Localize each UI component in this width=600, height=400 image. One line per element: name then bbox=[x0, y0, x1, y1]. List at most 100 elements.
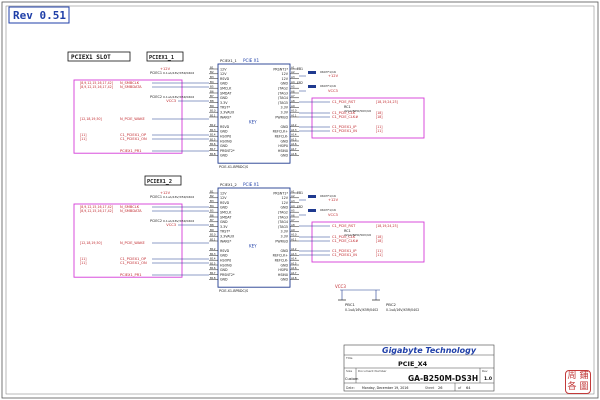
left-pin-number: B14 bbox=[210, 133, 216, 137]
rev-field-label: Rev bbox=[482, 369, 488, 373]
stamp-char: 各 bbox=[567, 382, 577, 392]
right-pin-name: JTAG3 bbox=[277, 91, 288, 95]
left-pin-name: GND bbox=[220, 254, 228, 258]
right-net-region bbox=[311, 221, 425, 263]
connector-footprint: PCIE-X1-BPBDC/S bbox=[219, 165, 248, 169]
left-pin-name: SMDAT bbox=[220, 91, 232, 95]
right-pin-name: JTAG5 bbox=[277, 225, 288, 229]
right-pin-name: GND bbox=[280, 206, 288, 210]
pciex1-slot-2: PCIEX1_2 PCIEX1_2 PCIE X1 PCIE-X1-BPBDC/S 12… bbox=[73, 175, 425, 293]
left-pin-name: RSVD bbox=[220, 125, 230, 129]
right-pin-name: GND bbox=[280, 139, 288, 143]
ferrite-bead bbox=[308, 85, 316, 88]
left-pin-name: 3.3VAUX bbox=[220, 235, 235, 239]
right-pin-number: A12 bbox=[291, 123, 297, 127]
ferrite-bead bbox=[308, 209, 316, 212]
right-pin-number: A13 bbox=[291, 128, 297, 132]
left-pin-name: PRSNT2* bbox=[220, 273, 235, 277]
right-pin-name: JTAG2 bbox=[277, 211, 288, 215]
left-pin-name: WAKE* bbox=[220, 115, 232, 119]
right-pin-number: A1 bbox=[291, 189, 295, 193]
slot-ref: PCIEX1_2 bbox=[147, 179, 172, 185]
right-pin-name: HSIN0 bbox=[278, 273, 288, 277]
left-net-label: N_SMBDATA bbox=[120, 85, 142, 89]
right-net-label: C1_PCIE_CLK# bbox=[332, 115, 358, 119]
right-pin-number: A15 bbox=[291, 137, 297, 141]
cap-value: 22pA/NPO/50V/U0 bbox=[344, 233, 371, 237]
left-pin-name: SMDAT bbox=[220, 215, 232, 219]
stamp-char: 圖 bbox=[579, 382, 589, 392]
left-pin-number: B3 bbox=[210, 199, 214, 203]
right-pin-number: A9 bbox=[291, 228, 295, 232]
key-label: KEY bbox=[249, 119, 257, 124]
left-pin-number: B14 bbox=[210, 257, 216, 261]
left-pin-name: RSVD bbox=[220, 77, 230, 81]
left-net-label: N_SMBDATA bbox=[120, 209, 142, 213]
right-net-ref: [18,19,24,23] bbox=[376, 100, 398, 104]
left-pin-name: HSON0 bbox=[220, 139, 232, 143]
right-pin-name: JTAG2 bbox=[277, 87, 288, 91]
cap-value: 0.1uA/16V/X5R/0402 bbox=[163, 95, 194, 99]
right-pin-number: A16 bbox=[291, 266, 297, 270]
sheet-title: PCIE_X4 bbox=[398, 360, 428, 368]
left-pin-number: B2 bbox=[210, 70, 214, 74]
left-pin-number: B2 bbox=[210, 194, 214, 198]
left-net-label: VCC3 bbox=[166, 99, 176, 103]
left-pin-name: 12V bbox=[220, 191, 227, 195]
right-pin-number: A5 bbox=[291, 209, 295, 213]
left-pin-name: 12V bbox=[220, 72, 227, 76]
left-net-ref: [11] bbox=[80, 137, 87, 141]
right-pin-name: PWRGD bbox=[275, 239, 288, 243]
cap-value: 0.1uA/16V/X5R/0402 bbox=[163, 71, 194, 75]
right-pin-number: A10 bbox=[291, 233, 297, 237]
right-pin-name: PWRGD bbox=[275, 115, 288, 119]
right-net-label: C1_PCIEX1_IN bbox=[332, 129, 357, 133]
right-net-label: C1_PCIE_RST bbox=[332, 224, 356, 228]
right-pin-number: A15 bbox=[291, 261, 297, 265]
right-pin-number: A8 bbox=[291, 99, 295, 103]
ferrite-bead bbox=[308, 195, 316, 198]
left-pin-name: GND bbox=[220, 96, 228, 100]
cap-ref: PCIEC2 bbox=[150, 219, 162, 223]
left-pin-number: B12 bbox=[210, 123, 216, 127]
size-value: Custom bbox=[345, 377, 359, 381]
left-pin-name: GND bbox=[220, 82, 228, 86]
left-pin-number: B16 bbox=[210, 266, 216, 270]
right-net-ref: [11] bbox=[376, 129, 383, 133]
document-number: GA-B250M-DS3H bbox=[408, 374, 478, 383]
right-pin-name: PRSNT1* bbox=[273, 67, 288, 71]
left-pin-number: B7 bbox=[210, 218, 214, 222]
right-pin-name: JTAG5 bbox=[277, 101, 288, 105]
left-pin-name: TRST* bbox=[219, 106, 230, 110]
cap-ref: PCIEC1 bbox=[150, 195, 162, 199]
cap-ref: PCIEC1 bbox=[150, 71, 162, 75]
right-pin-name: GND bbox=[280, 249, 288, 253]
right-pin-number: A14 bbox=[291, 133, 297, 137]
left-net-ref: [12,18,19,50] bbox=[80, 241, 102, 245]
right-pin-name: GND bbox=[280, 278, 288, 282]
right-pin-name: 12V bbox=[282, 196, 289, 200]
left-pin-number: B8 bbox=[210, 99, 214, 103]
cap-value: 0.1uA/16V/X5R/0402 bbox=[163, 219, 194, 223]
right-net-region bbox=[311, 97, 425, 139]
right-pin-name: JTAG4 bbox=[277, 96, 288, 100]
slot-ref: PCIEX1_1 bbox=[149, 55, 174, 61]
left-pin-name: RSVD bbox=[220, 201, 230, 205]
fb-value: 0603*1/16 bbox=[320, 84, 336, 88]
left-pin-number: B5 bbox=[210, 209, 214, 213]
company-name: Gigabyte Technology bbox=[382, 346, 477, 355]
left-pin-name: GND bbox=[220, 278, 228, 282]
right-pin-number: A2 bbox=[291, 194, 295, 198]
right-pin-number: A18 bbox=[291, 152, 297, 156]
right-pin-number: A7 bbox=[291, 94, 295, 98]
right-pin-name: 3.3V bbox=[281, 235, 289, 239]
left-pin-number: B9 bbox=[210, 228, 214, 232]
left-pin-number: B16 bbox=[210, 142, 216, 146]
left-pin-name: RSVD bbox=[220, 249, 230, 253]
right-pin-number: A1 bbox=[291, 65, 295, 69]
right-pin-name: 3.3V bbox=[281, 106, 289, 110]
right-pin-name: JTAG4 bbox=[277, 220, 288, 224]
left-net-ref: [8,9,12,15,16,17,42] bbox=[80, 85, 113, 89]
right-pin-name: REFCLK+ bbox=[273, 254, 289, 258]
right-pin-name: 12V bbox=[282, 77, 289, 81]
